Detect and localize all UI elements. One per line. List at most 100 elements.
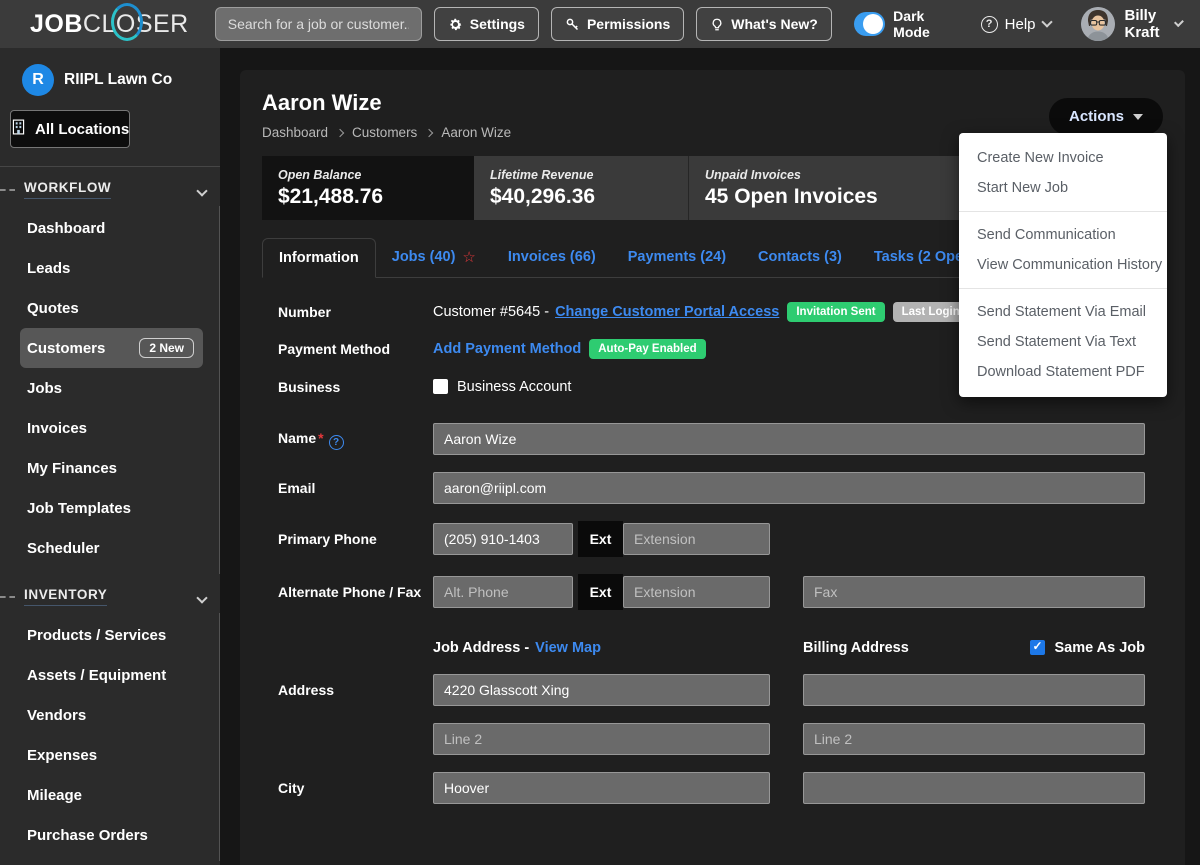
help-menu[interactable]: ? Help xyxy=(981,16,1051,33)
same-as-job-label: Same As Job xyxy=(1054,640,1145,656)
add-payment-method-link[interactable]: Add Payment Method xyxy=(433,341,581,357)
menu-divider xyxy=(959,211,1167,212)
menu-item-create-new-invoice[interactable]: Create New Invoice xyxy=(959,143,1167,173)
alt-phone-input[interactable] xyxy=(433,576,573,608)
alt-extension-input[interactable] xyxy=(623,576,770,608)
new-customers-badge: 2 New xyxy=(139,338,194,358)
sidebar-item-label: Scheduler xyxy=(27,540,100,557)
number-label: Number xyxy=(278,302,433,322)
sidebar-item-label: Vendors xyxy=(27,707,86,724)
business-account-checkbox[interactable] xyxy=(433,379,448,394)
all-locations-button[interactable]: All Locations xyxy=(10,110,130,148)
chevron-right-icon xyxy=(336,128,344,136)
sidebar-item-my-finances[interactable]: My Finances xyxy=(20,448,203,488)
change-portal-access-link[interactable]: Change Customer Portal Access xyxy=(555,304,779,320)
permissions-button[interactable]: Permissions xyxy=(551,7,684,41)
email-input[interactable] xyxy=(433,472,1145,504)
section-title: INVENTORY xyxy=(24,587,107,606)
line2-row xyxy=(278,723,1145,755)
same-as-job-checkbox[interactable] xyxy=(1030,640,1045,655)
sidebar-item-assets-equipment[interactable]: Assets / Equipment xyxy=(20,655,203,695)
settings-button[interactable]: Settings xyxy=(434,7,539,41)
tab-jobs[interactable]: Jobs (40) ☆ xyxy=(376,238,492,277)
sidebar-item-customers[interactable]: Customers 2 New xyxy=(20,328,203,368)
menu-item-start-new-job[interactable]: Start New Job xyxy=(959,173,1167,203)
company-row[interactable]: R RIIPL Lawn Co xyxy=(0,48,220,96)
sidebar-item-label: Mileage xyxy=(27,787,82,804)
name-help-icon[interactable]: ? xyxy=(329,435,344,450)
actions-dropdown-menu: Create New Invoice Start New Job Send Co… xyxy=(959,133,1167,397)
stat-label: Lifetime Revenue xyxy=(490,168,672,182)
menu-item-view-communication-history[interactable]: View Communication History xyxy=(959,250,1167,280)
sidebar-item-purchase-orders[interactable]: Purchase Orders xyxy=(20,815,203,855)
alternate-phone-row: Alternate Phone / Fax Ext xyxy=(278,574,1145,610)
dark-mode-toggle-group: Dark Mode xyxy=(854,8,947,40)
menu-item-send-statement-email[interactable]: Send Statement Via Email xyxy=(959,297,1167,327)
alternate-phone-label: Alternate Phone / Fax xyxy=(278,582,433,602)
menu-item-download-statement-pdf[interactable]: Download Statement PDF xyxy=(959,357,1167,387)
chevron-right-icon xyxy=(425,128,433,136)
sidebar-item-label: Leads xyxy=(27,260,70,277)
primary-phone-row: Primary Phone Ext xyxy=(278,521,1145,557)
sidebar-item-expenses[interactable]: Expenses xyxy=(20,735,203,775)
billing-line2-input[interactable] xyxy=(803,723,1145,755)
section-header-inventory[interactable]: INVENTORY xyxy=(0,574,220,613)
global-search-input[interactable] xyxy=(215,7,422,41)
tab-contacts[interactable]: Contacts (3) xyxy=(742,238,858,277)
section-header-management[interactable]: MANAGEMENT xyxy=(0,861,220,865)
sidebar-item-dashboard[interactable]: Dashboard xyxy=(20,208,203,248)
lightbulb-icon xyxy=(710,17,724,32)
billing-address-input[interactable] xyxy=(803,674,1145,706)
billing-city-input[interactable] xyxy=(803,772,1145,804)
primary-phone-input[interactable] xyxy=(433,523,573,555)
sidebar-item-scheduler[interactable]: Scheduler xyxy=(20,528,203,568)
tab-label: Information xyxy=(279,250,359,266)
sidebar-item-label: Products / Services xyxy=(27,627,166,644)
autopay-enabled-badge: Auto-Pay Enabled xyxy=(589,339,705,359)
job-address-input[interactable] xyxy=(433,674,770,706)
workflow-items: Dashboard Leads Quotes Customers 2 New J… xyxy=(0,206,220,574)
sidebar-item-leads[interactable]: Leads xyxy=(20,248,203,288)
user-menu[interactable]: Billy Kraft xyxy=(1081,7,1182,41)
page-title: Aaron Wize xyxy=(262,90,1163,116)
city-label: City xyxy=(278,778,433,798)
billing-address-header: Billing Address xyxy=(803,640,909,656)
name-input[interactable] xyxy=(433,423,1145,455)
whats-new-button[interactable]: What's New? xyxy=(696,7,832,41)
sidebar-item-job-templates[interactable]: Job Templates xyxy=(20,488,203,528)
invitation-sent-badge: Invitation Sent xyxy=(787,302,884,322)
tab-invoices[interactable]: Invoices (66) xyxy=(492,238,612,277)
sidebar-item-products-services[interactable]: Products / Services xyxy=(20,615,203,655)
stat-label: Open Balance xyxy=(278,168,458,182)
dark-mode-toggle[interactable] xyxy=(854,12,885,36)
address-label: Address xyxy=(278,680,433,700)
stat-value: $40,296.36 xyxy=(490,185,672,209)
sidebar-item-invoices[interactable]: Invoices xyxy=(20,408,203,448)
city-row: City xyxy=(278,772,1145,804)
job-line2-input[interactable] xyxy=(433,723,770,755)
sidebar-item-mileage[interactable]: Mileage xyxy=(20,775,203,815)
sidebar-item-quotes[interactable]: Quotes xyxy=(20,288,203,328)
actions-button[interactable]: Actions xyxy=(1049,98,1163,135)
chevron-down-icon xyxy=(1041,16,1052,27)
sidebar-item-vendors[interactable]: Vendors xyxy=(20,695,203,735)
sidebar-item-jobs[interactable]: Jobs xyxy=(20,368,203,408)
job-city-input[interactable] xyxy=(433,772,770,804)
help-label: Help xyxy=(1005,16,1036,33)
primary-extension-input[interactable] xyxy=(623,523,770,555)
job-address-header: Job Address - xyxy=(433,640,529,656)
app-logo: JOBCLOSER xyxy=(30,10,189,39)
top-navbar: JOBCLOSER Settings Permissions What's Ne… xyxy=(0,0,1200,48)
menu-item-send-statement-text[interactable]: Send Statement Via Text xyxy=(959,327,1167,357)
stat-value: $21,488.76 xyxy=(278,185,458,209)
fax-input[interactable] xyxy=(803,576,1145,608)
breadcrumb-dashboard[interactable]: Dashboard xyxy=(262,125,328,140)
section-header-workflow[interactable]: WORKFLOW xyxy=(0,167,220,206)
tab-information[interactable]: Information xyxy=(262,238,376,278)
view-map-link[interactable]: View Map xyxy=(535,640,601,656)
tab-label: Jobs (40) xyxy=(392,249,456,265)
tab-payments[interactable]: Payments (24) xyxy=(612,238,742,277)
breadcrumb-customers[interactable]: Customers xyxy=(352,125,417,140)
menu-item-send-communication[interactable]: Send Communication xyxy=(959,220,1167,250)
address-row: Address xyxy=(278,674,1145,706)
